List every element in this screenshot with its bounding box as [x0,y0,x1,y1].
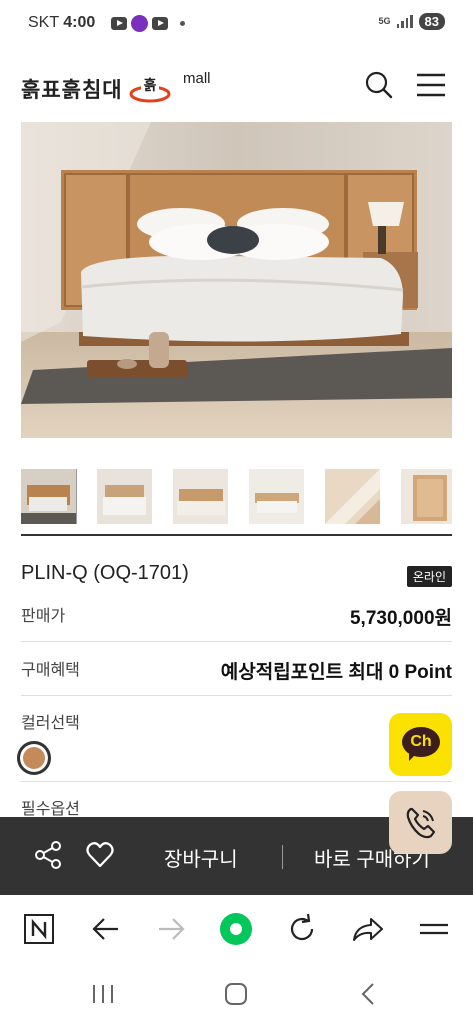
color-swatch-brown[interactable] [17,741,51,775]
product-main-image[interactable] [21,122,452,438]
youtube-icon [111,17,127,30]
option-label: 필수옵션 [21,801,80,818]
naver-home-icon[interactable] [19,909,59,949]
notification-icons [111,15,185,32]
screen: SKT 4:00 5G 83 흙표흙침대 흙 mall PLIN-Q (OQ-1… [0,0,473,1024]
price-row: 판매가 5,730,000원 [21,600,452,640]
site-header: 흙표흙침대 흙 mall [0,56,473,112]
search-icon[interactable] [364,70,394,100]
more-notifications-dot-icon [180,21,185,26]
benefit-value: 예상적립포인트 최대 0 Point [220,662,452,683]
logo-mall-text: mall [183,70,211,87]
forward-arrow-icon[interactable] [151,909,191,949]
signal-icon [396,15,413,28]
green-dot-icon[interactable] [216,909,256,949]
benefit-label: 구매혜택 [21,662,80,679]
refresh-icon[interactable] [282,909,322,949]
share-arrow-icon[interactable] [348,909,388,949]
status-bar: SKT 4:00 5G 83 [0,0,473,46]
home-icon[interactable] [221,981,251,1007]
thumbnail-3[interactable] [173,469,228,524]
divider [21,641,452,642]
recent-apps-icon[interactable] [88,981,118,1007]
price-label: 판매가 [21,608,66,625]
chat-bubble-tail-icon [409,753,417,761]
youtube-icon [152,17,168,30]
svg-text:흙: 흙 [143,77,156,94]
option-row: 필수옵션 [21,795,452,819]
twitch-icon [131,15,148,32]
thumbnail-strip [21,469,452,524]
action-separator [282,845,283,869]
divider [21,695,452,696]
online-badge: 온라인 [406,566,452,587]
color-label: 컬러선택 [21,715,80,732]
phone-call-button[interactable] [389,791,452,854]
carrier-name: SKT [28,14,59,31]
back-icon[interactable] [354,981,384,1007]
benefit-row: 구매혜택 예상적립포인트 최대 0 Point [21,655,452,695]
phone-call-icon [406,807,436,839]
product-title: PLIN-Q (OQ-1701) [21,562,189,584]
thumbnail-1[interactable] [21,469,77,524]
clock: 4:00 [63,14,96,31]
network-type: 5G [378,16,391,26]
thumbnail-5[interactable] [325,469,380,524]
browser-toolbar [0,895,473,963]
logo-text: 흙표흙침대 [21,79,123,102]
heart-icon[interactable] [86,841,114,869]
kakao-channel-label: Ch [402,727,440,757]
divider [21,781,452,782]
thumbnail-4[interactable] [249,469,304,524]
thumbnail-2[interactable] [97,469,152,524]
thumbnail-underline [21,534,452,536]
hamburger-menu-icon[interactable] [416,72,446,98]
price-value: 5,730,000원 [349,608,452,629]
kakao-channel-button[interactable]: Ch [389,713,452,776]
menu-icon[interactable] [414,909,454,949]
thumbnail-6[interactable] [401,469,452,524]
system-navigation-bar [0,963,473,1024]
back-arrow-icon[interactable] [86,909,126,949]
brand-logo[interactable]: 흙표흙침대 흙 [21,74,171,104]
add-to-cart-button[interactable]: 장바구니 [164,843,238,872]
logo-emblem-icon: 흙 [129,77,171,103]
color-row: 컬러선택 [21,709,452,739]
battery-level: 83 [418,13,445,30]
share-icon[interactable] [33,840,63,870]
